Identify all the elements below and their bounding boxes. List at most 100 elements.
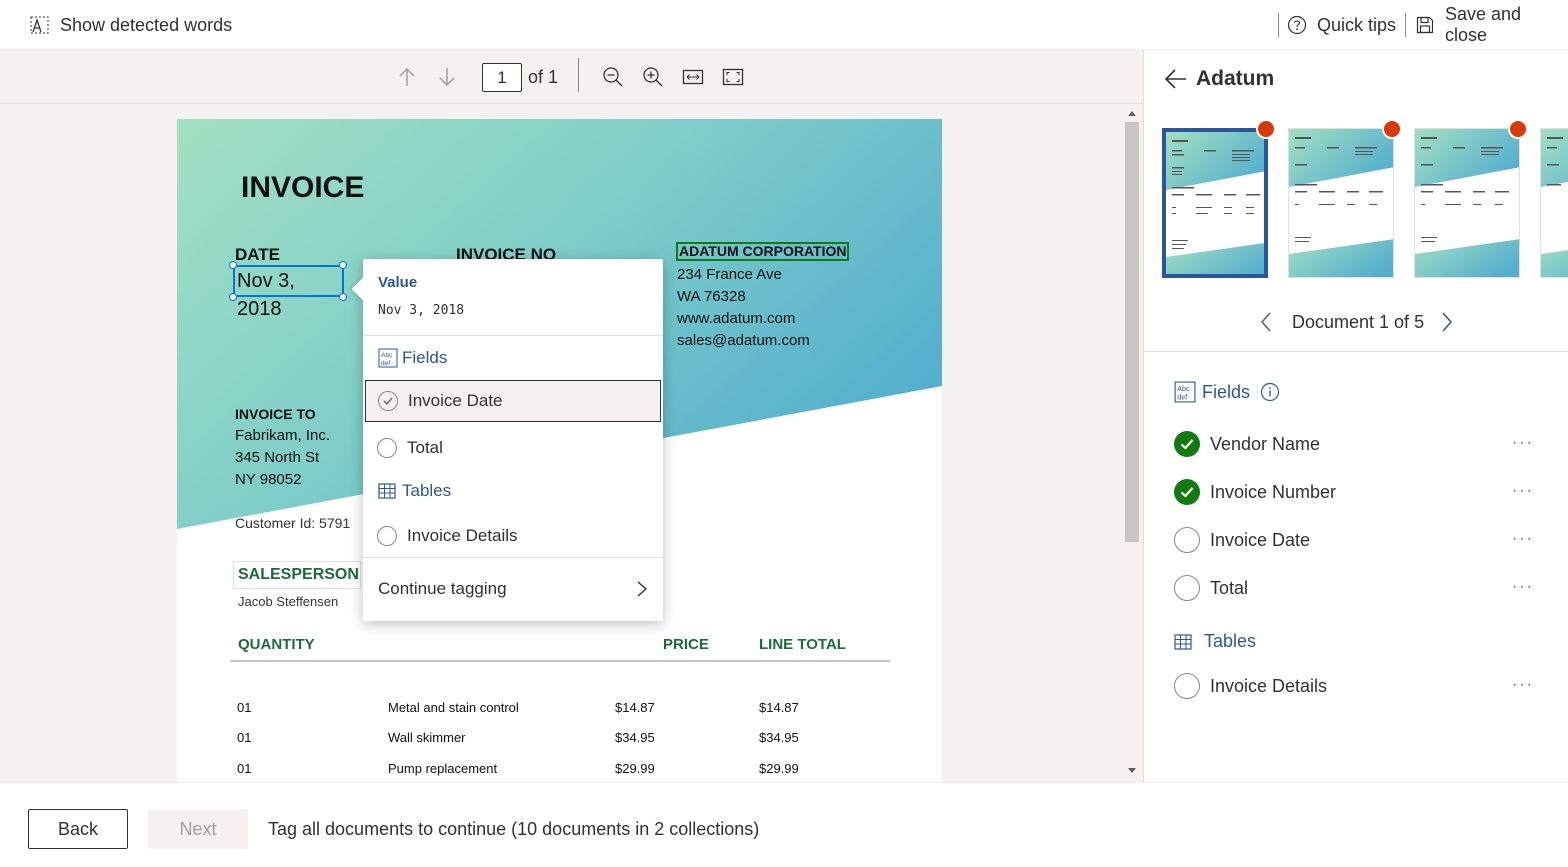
document-thumbnail[interactable] xyxy=(1540,128,1568,278)
option-invoice-date[interactable]: Invoice Date xyxy=(365,380,661,422)
field-label: Total xyxy=(1210,577,1249,598)
option-invoice-details-label: Invoice Details xyxy=(407,526,518,545)
fit-page-button[interactable] xyxy=(719,63,747,91)
resize-handle[interactable] xyxy=(339,293,347,301)
salesperson-name: Jacob Steffensen xyxy=(238,594,339,609)
quick-tips-button[interactable]: Quick tips xyxy=(1287,0,1396,50)
toolbar-divider xyxy=(1405,13,1406,37)
vendor-address-line: www.adatum.com xyxy=(677,310,796,327)
more-options-icon[interactable]: ··· xyxy=(1512,676,1534,694)
untagged-indicator xyxy=(1382,119,1402,139)
empty-circle-icon xyxy=(1174,527,1200,553)
next-button[interactable]: Next xyxy=(148,809,248,849)
chevron-right-icon xyxy=(637,581,648,597)
vendor-address: 234 France Ave WA 76328 www.adatum.com s… xyxy=(677,264,810,352)
field-invoice-date[interactable]: Invoice Date ··· xyxy=(1174,526,1544,554)
scroll-up-arrow-icon[interactable] xyxy=(1127,109,1137,117)
more-options-icon[interactable]: ··· xyxy=(1512,482,1534,500)
tables-label: Tables xyxy=(1204,631,1257,651)
option-total-label: Total xyxy=(407,438,443,457)
row-price: $34.95 xyxy=(615,730,655,745)
more-options-icon[interactable]: ··· xyxy=(1512,578,1534,596)
row-description: Wall skimmer xyxy=(388,730,466,745)
help-icon xyxy=(1287,15,1307,35)
resize-handle[interactable] xyxy=(339,261,347,269)
row-total: $29.99 xyxy=(759,761,799,776)
row-total: $14.87 xyxy=(759,700,799,715)
table-header-rule xyxy=(230,660,890,662)
invoice-title: INVOICE xyxy=(241,171,365,204)
field-label: Vendor Name xyxy=(1210,433,1321,454)
fit-width-icon xyxy=(682,69,704,85)
continue-tagging-label: Continue tagging xyxy=(378,579,507,598)
row-description: Metal and stain control xyxy=(388,700,519,715)
viewer-toolbar: 1 of 1 xyxy=(0,50,1143,104)
vendor-address-line: sales@adatum.com xyxy=(677,332,810,349)
zoom-out-icon xyxy=(603,67,623,87)
field-label: Invoice Date xyxy=(1210,529,1311,550)
document-thumbnail-selected[interactable] xyxy=(1162,128,1268,278)
back-button[interactable]: Back xyxy=(28,809,128,849)
table-icon xyxy=(1174,633,1192,650)
document-thumbnail[interactable] xyxy=(1414,128,1520,278)
radio-circle-icon xyxy=(377,526,397,546)
vendor-name-region[interactable]: ADATUM CORPORATION xyxy=(676,242,850,261)
chevron-right-icon[interactable] xyxy=(1440,311,1454,333)
chevron-left-icon[interactable] xyxy=(1259,311,1273,333)
invoice-to-line: NY 98052 xyxy=(235,471,302,488)
table-invoice-details[interactable]: Invoice Details ··· xyxy=(1174,672,1544,700)
detected-words-icon xyxy=(30,16,49,34)
zoom-in-button[interactable] xyxy=(639,63,667,91)
toolbar-divider xyxy=(578,58,579,92)
page-number-input[interactable]: 1 xyxy=(482,63,522,92)
thumbnail-preview xyxy=(1415,129,1519,277)
show-detected-words-button[interactable]: Show detected words xyxy=(30,0,232,50)
document-thumbnail[interactable] xyxy=(1288,128,1394,278)
toolbar-divider xyxy=(1278,13,1279,37)
more-options-icon[interactable]: ··· xyxy=(1512,530,1534,548)
show-detected-words-label: Show detected words xyxy=(60,14,233,35)
scrollbar-thumb[interactable] xyxy=(1125,122,1139,542)
detected-date-region[interactable]: Nov 3, 2018 xyxy=(233,265,344,320)
svg-text:def: def xyxy=(381,360,390,367)
option-total[interactable]: Total xyxy=(365,427,661,469)
footer-bar: Back Next Tag all documents to continue … xyxy=(0,782,1568,867)
thumbnail-preview xyxy=(1541,129,1568,277)
save-and-close-label: Save and close xyxy=(1444,4,1522,45)
fields-label: Fields xyxy=(1202,381,1251,402)
fields-icon: Abcdef xyxy=(1174,381,1196,403)
column-price: PRICE xyxy=(663,636,709,653)
viewer-scrollbar[interactable] xyxy=(1123,107,1141,782)
popup-fields-header: Abc def Fields xyxy=(378,348,447,368)
value-text: Nov 3, 2018 xyxy=(378,303,465,318)
field-vendor-name[interactable]: Vendor Name ··· xyxy=(1174,430,1544,458)
info-icon[interactable] xyxy=(1260,382,1280,402)
save-icon xyxy=(1416,16,1434,34)
invoice-to-line: 345 North St xyxy=(235,449,320,466)
next-page-button[interactable] xyxy=(433,63,461,91)
continue-tagging-button[interactable]: Continue tagging xyxy=(378,579,648,599)
popup-tables-label: Tables xyxy=(402,481,452,500)
tables-header: Tables xyxy=(1174,631,1256,652)
invoice-to-address: Fabrikam, Inc. 345 North St NY 98052 xyxy=(235,425,330,491)
back-arrow-icon[interactable] xyxy=(1164,68,1188,90)
table-icon xyxy=(378,483,396,499)
previous-page-button[interactable] xyxy=(393,63,421,91)
fit-width-button[interactable] xyxy=(679,63,707,91)
column-quantity: QUANTITY xyxy=(238,636,315,653)
field-invoice-number[interactable]: Invoice Number ··· xyxy=(1174,478,1544,506)
column-line-total: LINE TOTAL xyxy=(759,636,846,653)
option-invoice-details[interactable]: Invoice Details xyxy=(365,515,661,557)
table-row: 01 xyxy=(237,700,251,715)
scroll-down-arrow-icon[interactable] xyxy=(1127,767,1137,775)
collection-panel: Adatum Document 1 of 5 Abc def Fields Ven… xyxy=(1143,50,1568,782)
completed-check-icon xyxy=(1174,431,1200,457)
zoom-out-button[interactable] xyxy=(599,63,627,91)
resize-handle[interactable] xyxy=(229,261,237,269)
top-command-bar: Show detected words Quick tips Save and … xyxy=(0,0,1568,50)
resize-handle[interactable] xyxy=(229,293,237,301)
completed-check-icon xyxy=(1174,479,1200,505)
save-and-close-button[interactable]: Save and close xyxy=(1415,0,1568,50)
field-total[interactable]: Total ··· xyxy=(1174,574,1544,602)
more-options-icon[interactable]: ··· xyxy=(1512,434,1534,452)
